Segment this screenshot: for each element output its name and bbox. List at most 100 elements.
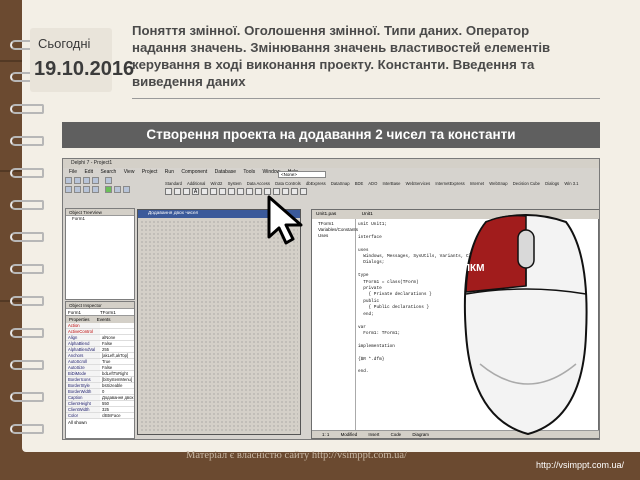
property-key: BorderIcons [66, 377, 100, 382]
tab-data-controls[interactable]: Data Controls [275, 181, 301, 186]
inspector-selector[interactable]: Form1 TForm1 [66, 309, 134, 316]
code-tab[interactable]: Code [391, 432, 402, 437]
checkbox-icon[interactable] [228, 188, 235, 195]
save-all-icon[interactable] [92, 177, 99, 184]
property-key: ClientWidth [66, 407, 100, 412]
property-key: BiDiMode [66, 371, 100, 376]
ring-icon [10, 104, 44, 114]
pointer-icon[interactable] [165, 188, 172, 195]
topic-line: Поняття змінної. Оголошення змінної. Тип… [132, 23, 530, 38]
memo-icon[interactable] [210, 188, 217, 195]
tab-datasnap[interactable]: DataSnap [331, 181, 350, 186]
editor-file-tab[interactable]: Unit1.pas [316, 212, 336, 217]
selector-type: TForm1 [100, 310, 116, 315]
tab-data-access[interactable]: Data Access [247, 181, 270, 186]
tree-item-form1[interactable]: Form1 [66, 216, 134, 222]
menu-edit[interactable]: Edit [84, 169, 93, 175]
pause-icon[interactable] [114, 186, 121, 193]
ring-icon [10, 264, 44, 274]
menu-file[interactable]: File [69, 169, 77, 175]
property-value: 325 [102, 407, 109, 412]
menu-project[interactable]: Project [142, 169, 158, 175]
watermark: Матеріал є власністю сайту http://vsimpp… [186, 450, 407, 461]
view-unit-icon[interactable] [65, 186, 72, 193]
ide-menu-bar: File Edit Search View Project Run Compon… [63, 168, 599, 176]
property-key: AutoScroll [66, 359, 100, 364]
tab-internetexpress[interactable]: InternetExpress [435, 181, 464, 186]
tab-internet[interactable]: Internet [470, 181, 484, 186]
open-icon[interactable] [74, 177, 81, 184]
new-form-icon[interactable] [92, 186, 99, 193]
ring-icon [10, 328, 44, 338]
view-form-icon[interactable] [74, 186, 81, 193]
form-canvas[interactable] [140, 220, 298, 432]
toggle-icon[interactable] [83, 186, 90, 193]
treeview-title: Object TreeView [66, 209, 134, 216]
button-icon[interactable] [219, 188, 226, 195]
tab-websnap[interactable]: WebSnap [489, 181, 507, 186]
footer-link[interactable]: http://vsimppt.com.ua/ [536, 460, 624, 470]
property-value: True [102, 359, 111, 364]
mouse-label: ЛКМ [463, 263, 485, 274]
tab-ado[interactable]: ADO [368, 181, 377, 186]
new-icon[interactable] [65, 177, 72, 184]
tab-dbexpress[interactable]: dbExpress [306, 181, 326, 186]
tab-system[interactable]: System [228, 181, 242, 186]
property-key: Anchors [66, 353, 100, 358]
property-value: clBtnFace [102, 413, 121, 418]
property-key: ActiveControl [66, 329, 100, 334]
tab-win32[interactable]: Win32 [211, 181, 223, 186]
diagram-tab[interactable]: Diagram [412, 432, 429, 437]
menu-run[interactable]: Run [165, 169, 174, 175]
tab-interbase[interactable]: InterBase [383, 181, 401, 186]
property-key: AlphaBlendVal [66, 347, 100, 352]
code-explorer: TForm1 Variables/Constants Uses [312, 219, 358, 431]
menu-component[interactable]: Component [181, 169, 207, 175]
mainmenu-icon[interactable] [174, 188, 181, 195]
tab-events[interactable]: Events [97, 317, 111, 322]
date-value: 19.10.2016 [34, 58, 135, 80]
menu-search[interactable]: Search [100, 169, 116, 175]
step-icon[interactable] [123, 186, 130, 193]
desktop-combo[interactable]: <None> [278, 171, 326, 178]
save-icon[interactable] [83, 177, 90, 184]
property-key: Action [66, 323, 100, 328]
modified-state: Modified [340, 432, 358, 437]
listbox-icon[interactable] [246, 188, 253, 195]
tab-properties[interactable]: Properties [69, 317, 90, 322]
property-value: 255 [102, 347, 109, 352]
tab-webservices[interactable]: WebServices [406, 181, 431, 186]
tab-bde[interactable]: BDE [355, 181, 364, 186]
tab-additional[interactable]: Additional [187, 181, 205, 186]
topic-line: надання значень. Змінювання значень влас… [132, 40, 551, 55]
ring-icon [10, 136, 44, 146]
ring-icon [10, 360, 44, 370]
property-key: BorderWidth [66, 389, 100, 394]
property-key: AlphaBlend [66, 341, 100, 346]
tab-dialogs[interactable]: Dialogs [545, 181, 559, 186]
property-value: bsSizeable [102, 383, 123, 388]
property-value [100, 323, 134, 328]
menu-database[interactable]: Database [215, 169, 236, 175]
tab-win31[interactable]: Win 3.1 [564, 181, 578, 186]
tab-decision-cube[interactable]: Decision Cube [513, 181, 540, 186]
selector-object: Form1 [68, 310, 82, 315]
ring-icon [10, 296, 44, 306]
editor-unit-tab[interactable]: Unit1 [362, 212, 373, 217]
property-key: AutoSize [66, 365, 100, 370]
edit-icon[interactable] [201, 188, 208, 195]
inspector-tabs: Properties Events [66, 316, 134, 323]
property-key: Caption [66, 395, 100, 400]
inspector-footer: All shown [68, 420, 87, 425]
menu-tools[interactable]: Tools [243, 169, 255, 175]
radiobutton-icon[interactable] [237, 188, 244, 195]
run-icon[interactable] [105, 186, 112, 193]
label-icon[interactable]: A [192, 188, 199, 195]
object-treeview-panel: Object TreeView Form1 [65, 208, 135, 300]
popupmenu-icon[interactable] [183, 188, 190, 195]
menu-view[interactable]: View [124, 169, 135, 175]
property-value: alNone [102, 335, 116, 340]
slide-title: Створення проекта на додавання 2 чисел т… [62, 122, 600, 148]
open-project-icon[interactable] [105, 177, 112, 184]
tab-standard[interactable]: Standard [165, 181, 182, 186]
